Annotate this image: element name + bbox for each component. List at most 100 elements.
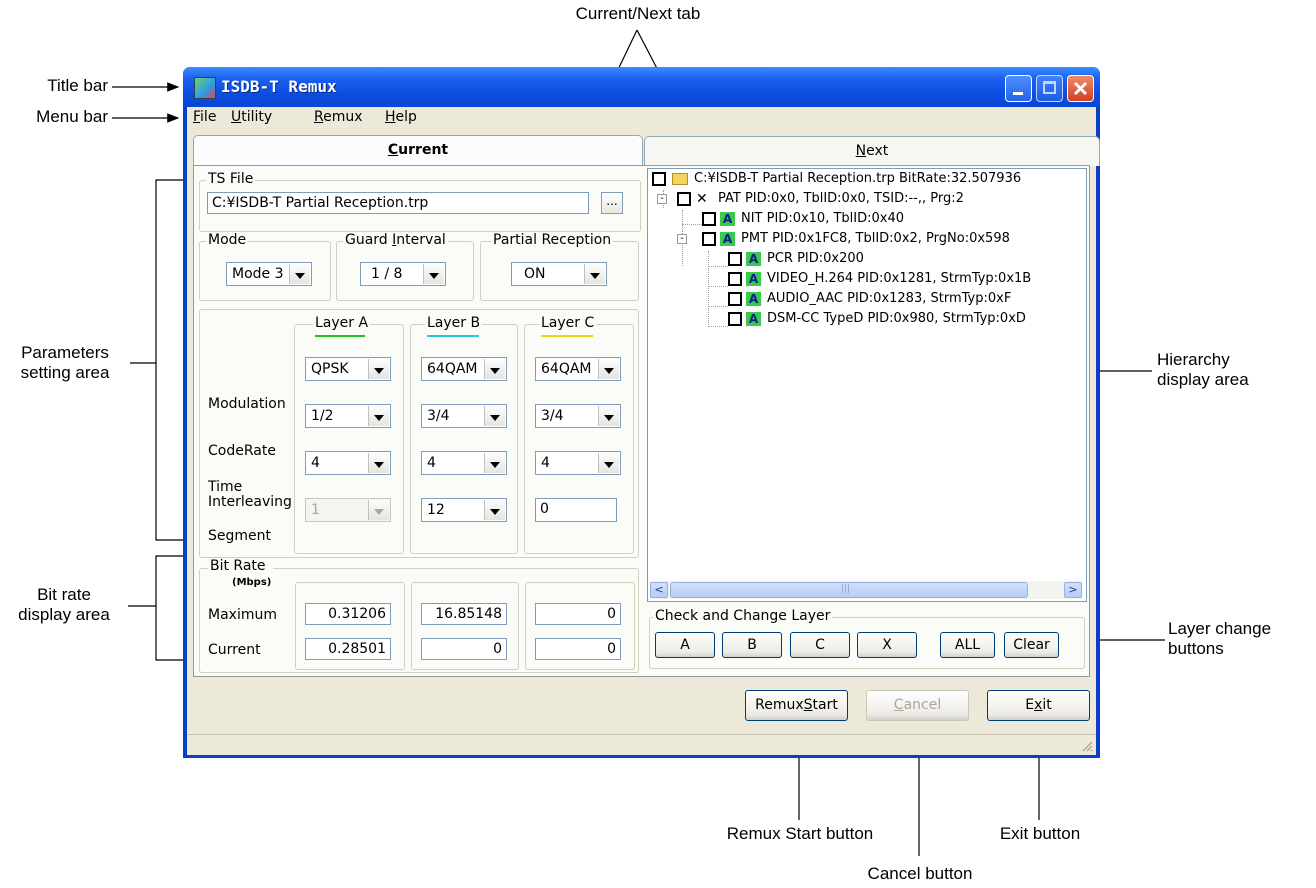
mode-select[interactable]: Mode 3 (226, 262, 312, 286)
title-bar[interactable]: ISDB-T Remux (183, 67, 1100, 107)
tree-checkbox[interactable] (728, 312, 742, 326)
close-button[interactable] (1067, 75, 1094, 102)
collapse-icon[interactable]: - (677, 234, 687, 244)
layer-a-badge-icon: A (746, 252, 761, 266)
tree-connector (682, 224, 702, 225)
chevron-down-icon (484, 406, 505, 426)
tree-connector (708, 286, 728, 287)
tree-checkbox[interactable] (652, 172, 666, 186)
layer-b-modulation-select[interactable]: 64QAM (421, 357, 507, 381)
layer-c-modulation-select[interactable]: 64QAM (535, 357, 621, 381)
layer-a-segment-value: 1 (311, 502, 320, 518)
layer-c-coderate-value: 3/4 (541, 408, 564, 424)
callout-exit: Exit button (999, 824, 1081, 843)
guard-interval-select[interactable]: 1 / 8 (360, 262, 446, 286)
scroll-grip: ||| (841, 584, 851, 594)
layer-b-group: Layer B 64QAM 3/4 4 12 (410, 315, 518, 554)
folder-icon (672, 173, 688, 185)
layer-b-coderate-select[interactable]: 3/4 (421, 404, 507, 428)
browse-button[interactable]: ... (601, 192, 623, 214)
cancel-rest: ancel (903, 697, 942, 713)
horizontal-scrollbar[interactable]: < ||| > (650, 581, 1082, 599)
partial-reception-select[interactable]: ON (511, 262, 607, 286)
chevron-down-icon (484, 453, 505, 473)
menu-file-mnemonic: F (193, 109, 201, 125)
callout-title-bar: Title bar (47, 76, 108, 95)
layer-x-button[interactable]: X (857, 632, 917, 658)
layer-b-segment-select[interactable]: 12 (421, 498, 507, 522)
cancel-mnemonic: C (893, 697, 904, 713)
tree-checkbox[interactable] (702, 212, 716, 226)
layer-a-coderate-select[interactable]: 1/2 (305, 404, 391, 428)
layer-b-underline (427, 335, 479, 337)
callout-hierarchy-area: Hierarchy display area (1157, 350, 1249, 390)
layer-c-interleaving-select[interactable]: 4 (535, 451, 621, 475)
layer-a-segment-select: 1 (305, 498, 391, 522)
layer-change-group: Check and Change Layer A B C X ALL Clear (649, 608, 1085, 669)
callout-hierarchy-line2: display area (1157, 370, 1249, 389)
row-label-segment: Segment (208, 528, 271, 544)
mode-group: Mode Mode 3 (199, 232, 331, 301)
resize-grip-icon[interactable] (1081, 740, 1093, 752)
menu-remux[interactable]: Remux (314, 109, 363, 125)
menu-utility-label: tility (241, 109, 273, 125)
tree-connector (708, 306, 728, 307)
guard-interval-prefix: Guard (345, 232, 393, 248)
layer-c-coderate-select[interactable]: 3/4 (535, 404, 621, 428)
layer-a-current-field: 0.28501 (305, 638, 391, 660)
layer-a-badge-icon: A (720, 232, 735, 246)
menu-utility[interactable]: Utility (231, 109, 272, 125)
guard-interval-group-title: Guard Interval (343, 232, 448, 248)
scroll-right-icon[interactable]: > (1064, 582, 1082, 598)
hierarchy-tree[interactable]: C:¥ISDB-T Partial Reception.trp BitRate:… (647, 168, 1087, 602)
row-label-time-interleaving: Time Interleaving (208, 480, 292, 510)
layer-b-current-field: 0 (421, 638, 507, 660)
scroll-left-icon[interactable]: < (650, 582, 668, 598)
layer-a-interleaving-select[interactable]: 4 (305, 451, 391, 475)
menu-file-label: ile (200, 109, 217, 125)
collapse-icon[interactable]: - (657, 194, 667, 204)
callout-hierarchy-line1: Hierarchy (1157, 350, 1230, 369)
layer-a-modulation-select[interactable]: QPSK (305, 357, 391, 381)
ts-file-path-field[interactable]: C:¥ISDB-T Partial Reception.trp (207, 192, 589, 214)
layer-a-button[interactable]: A (655, 632, 715, 658)
exit-button[interactable]: Exit (987, 690, 1090, 721)
partial-reception-value: ON (524, 266, 546, 282)
callout-bit-rate-line2: display area (18, 605, 110, 624)
tree-checkbox[interactable] (677, 192, 691, 206)
layer-b-title: Layer B (425, 315, 483, 331)
row-label-modulation: Modulation (208, 396, 286, 412)
tree-checkbox[interactable] (702, 232, 716, 246)
clear-button[interactable]: Clear (1004, 632, 1059, 658)
cancel-button: Cancel (866, 690, 969, 721)
remux-start-rest: tart (812, 697, 838, 713)
bit-rate-group-title: Bit Rate (Mbps) (208, 559, 274, 590)
layer-a-badge-icon: A (746, 272, 761, 286)
guard-interval-rest: nterval (396, 232, 446, 248)
layer-c-interleaving-value: 4 (541, 455, 550, 471)
menu-help[interactable]: Help (385, 109, 417, 125)
remux-start-button[interactable]: RemuxStart (745, 690, 848, 721)
layer-c-segment-field[interactable]: 0 (535, 498, 617, 522)
tab-current[interactable]: Current (193, 135, 643, 167)
tree-checkbox[interactable] (728, 252, 742, 266)
close-icon (1073, 81, 1088, 96)
tree-checkbox[interactable] (728, 272, 742, 286)
callout-parameters-line2: setting area (20, 363, 110, 382)
exit-rest: it (1042, 697, 1052, 713)
maximize-button[interactable] (1036, 75, 1063, 102)
tab-next[interactable]: Next (644, 136, 1100, 166)
select-all-button[interactable]: ALL (940, 632, 995, 658)
window-title: ISDB-T Remux (221, 77, 337, 96)
menu-file[interactable]: File (193, 109, 216, 125)
client-area: File Utility Remux Help Current Next TS … (187, 107, 1100, 755)
layer-c-button[interactable]: C (790, 632, 850, 658)
scroll-thumb[interactable]: ||| (670, 582, 1028, 598)
tree-checkbox[interactable] (728, 292, 742, 306)
layer-a-badge-icon: A (746, 292, 761, 306)
layer-b-interleaving-select[interactable]: 4 (421, 451, 507, 475)
callout-menu-bar: Menu bar (36, 107, 108, 126)
layer-b-button[interactable]: B (722, 632, 782, 658)
minimize-icon (1013, 92, 1023, 95)
minimize-button[interactable] (1005, 75, 1032, 102)
